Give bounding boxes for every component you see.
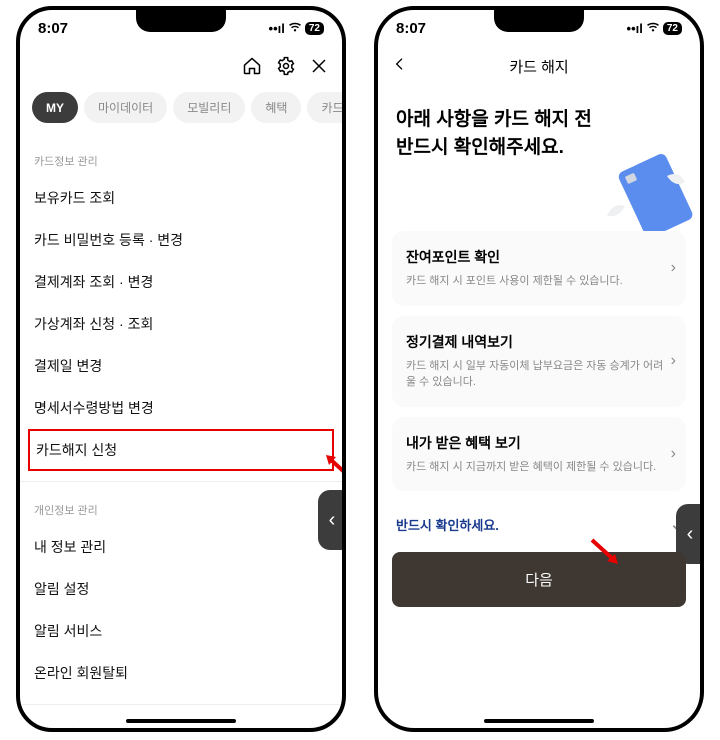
menu-card-cancel[interactable]: 카드해지 신청 — [30, 431, 332, 469]
tab-bar: MY 마이데이터 모빌리티 혜택 카드 ⌄ — [20, 86, 342, 135]
menu-withdraw[interactable]: 온라인 회원탈퇴 — [20, 652, 342, 694]
menu-my-info[interactable]: 내 정보 관리 — [20, 526, 342, 568]
option-benefits[interactable]: 내가 받은 혜택 보기 카드 해지 시 지금까지 받은 혜택이 제한될 수 있습… — [392, 417, 686, 492]
status-icons: ••ıl 72 — [269, 21, 324, 36]
title-bar: 카드 해지 — [378, 46, 700, 86]
option-title: 내가 받은 혜택 보기 — [406, 433, 672, 453]
highlight-card-cancel: 카드해지 신청 — [28, 429, 334, 471]
page-title: 카드 해지 — [509, 56, 568, 77]
battery-icon: 72 — [305, 22, 324, 35]
menu-notification-service[interactable]: 알림 서비스 — [20, 610, 342, 652]
side-drawer-handle[interactable]: ‹ — [318, 490, 346, 550]
clock: 8:07 — [38, 20, 68, 37]
option-desc: 카드 해지 시 포인트 사용이 제한될 수 있습니다. — [406, 273, 672, 290]
chevron-left-icon: ‹ — [687, 523, 694, 546]
chevron-right-icon: › — [671, 259, 676, 277]
menu-owned-cards[interactable]: 보유카드 조회 — [20, 177, 342, 219]
chevron-right-icon: › — [671, 352, 676, 370]
tab-my[interactable]: MY — [32, 92, 78, 123]
chevron-left-icon: ‹ — [329, 509, 336, 532]
wifi-icon — [288, 21, 302, 36]
divider — [20, 481, 342, 482]
next-button[interactable]: 다음 — [392, 552, 686, 607]
top-action-bar — [20, 46, 342, 86]
tab-mobility[interactable]: 모빌리티 — [173, 92, 245, 123]
confirm-label: 반드시 확인하세요. — [396, 515, 499, 534]
phone-left: 8:07 ••ıl 72 MY 마이데이터 모빌리티 혜택 카드 ⌄ 카드정보 … — [16, 6, 346, 732]
menu-statement[interactable]: 명세서수령방법 변경 — [20, 387, 342, 429]
next-button-label: 다음 — [525, 572, 553, 589]
headline-line1: 아래 사항을 카드 해지 전 — [396, 106, 682, 134]
menu-virtual-account[interactable]: 가상계좌 신청 · 조회 — [20, 303, 342, 345]
options-list: 잔여포인트 확인 카드 해지 시 포인트 사용이 제한될 수 있습니다. › 정… — [378, 231, 700, 491]
section-header-personal: 개인정보 관리 — [20, 484, 342, 526]
chevron-right-icon: › — [671, 445, 676, 463]
annotation-arrow-icon — [588, 536, 622, 566]
notch — [494, 10, 584, 32]
option-recurring[interactable]: 정기결제 내역보기 카드 해지 시 일부 자동이체 납부요금은 자동 승계가 어… — [392, 316, 686, 407]
divider — [20, 704, 342, 705]
wifi-icon — [646, 21, 660, 36]
option-title: 잔여포인트 확인 — [406, 247, 672, 267]
signal-icon: ••ıl — [627, 21, 643, 36]
notch — [136, 10, 226, 32]
menu-payment-date[interactable]: 결제일 변경 — [20, 345, 342, 387]
menu-payment-account[interactable]: 결제계좌 조회 · 변경 — [20, 261, 342, 303]
tab-benefit[interactable]: 혜택 — [251, 92, 301, 123]
home-indicator[interactable] — [484, 719, 594, 723]
close-icon[interactable] — [310, 57, 328, 75]
option-desc: 카드 해지 시 지금까지 받은 혜택이 제한될 수 있습니다. — [406, 459, 672, 476]
clock: 8:07 — [396, 20, 426, 37]
home-icon[interactable] — [242, 56, 262, 76]
signal-icon: ••ıl — [269, 21, 285, 36]
menu-card-pin[interactable]: 카드 비밀번호 등록 · 변경 — [20, 219, 342, 261]
battery-icon: 72 — [663, 22, 682, 35]
credit-card-illustration — [599, 146, 694, 236]
option-title: 정기결제 내역보기 — [406, 332, 672, 352]
back-icon[interactable] — [392, 55, 408, 78]
section-header-cardinfo: 카드정보 관리 — [20, 135, 342, 177]
confirm-accordion[interactable]: 반드시 확인하세요. ⌄ — [378, 501, 700, 548]
status-icons: ••ıl 72 — [627, 21, 682, 36]
option-desc: 카드 해지 시 일부 자동이체 납부요금은 자동 승계가 어려울 수 있습니다. — [406, 358, 672, 391]
tab-card-label: 카드 — [321, 99, 342, 116]
option-points[interactable]: 잔여포인트 확인 카드 해지 시 포인트 사용이 제한될 수 있습니다. › — [392, 231, 686, 306]
phone-right: 8:07 ••ıl 72 카드 해지 아래 사항을 카드 해지 전 반드시 확인… — [374, 6, 704, 732]
tab-mydata[interactable]: 마이데이터 — [84, 92, 167, 123]
gear-icon[interactable] — [276, 56, 296, 76]
annotation-arrow-icon — [322, 453, 346, 483]
tab-card[interactable]: 카드 ⌄ — [307, 92, 342, 123]
menu-notification-settings[interactable]: 알림 설정 — [20, 568, 342, 610]
home-indicator[interactable] — [126, 719, 236, 723]
